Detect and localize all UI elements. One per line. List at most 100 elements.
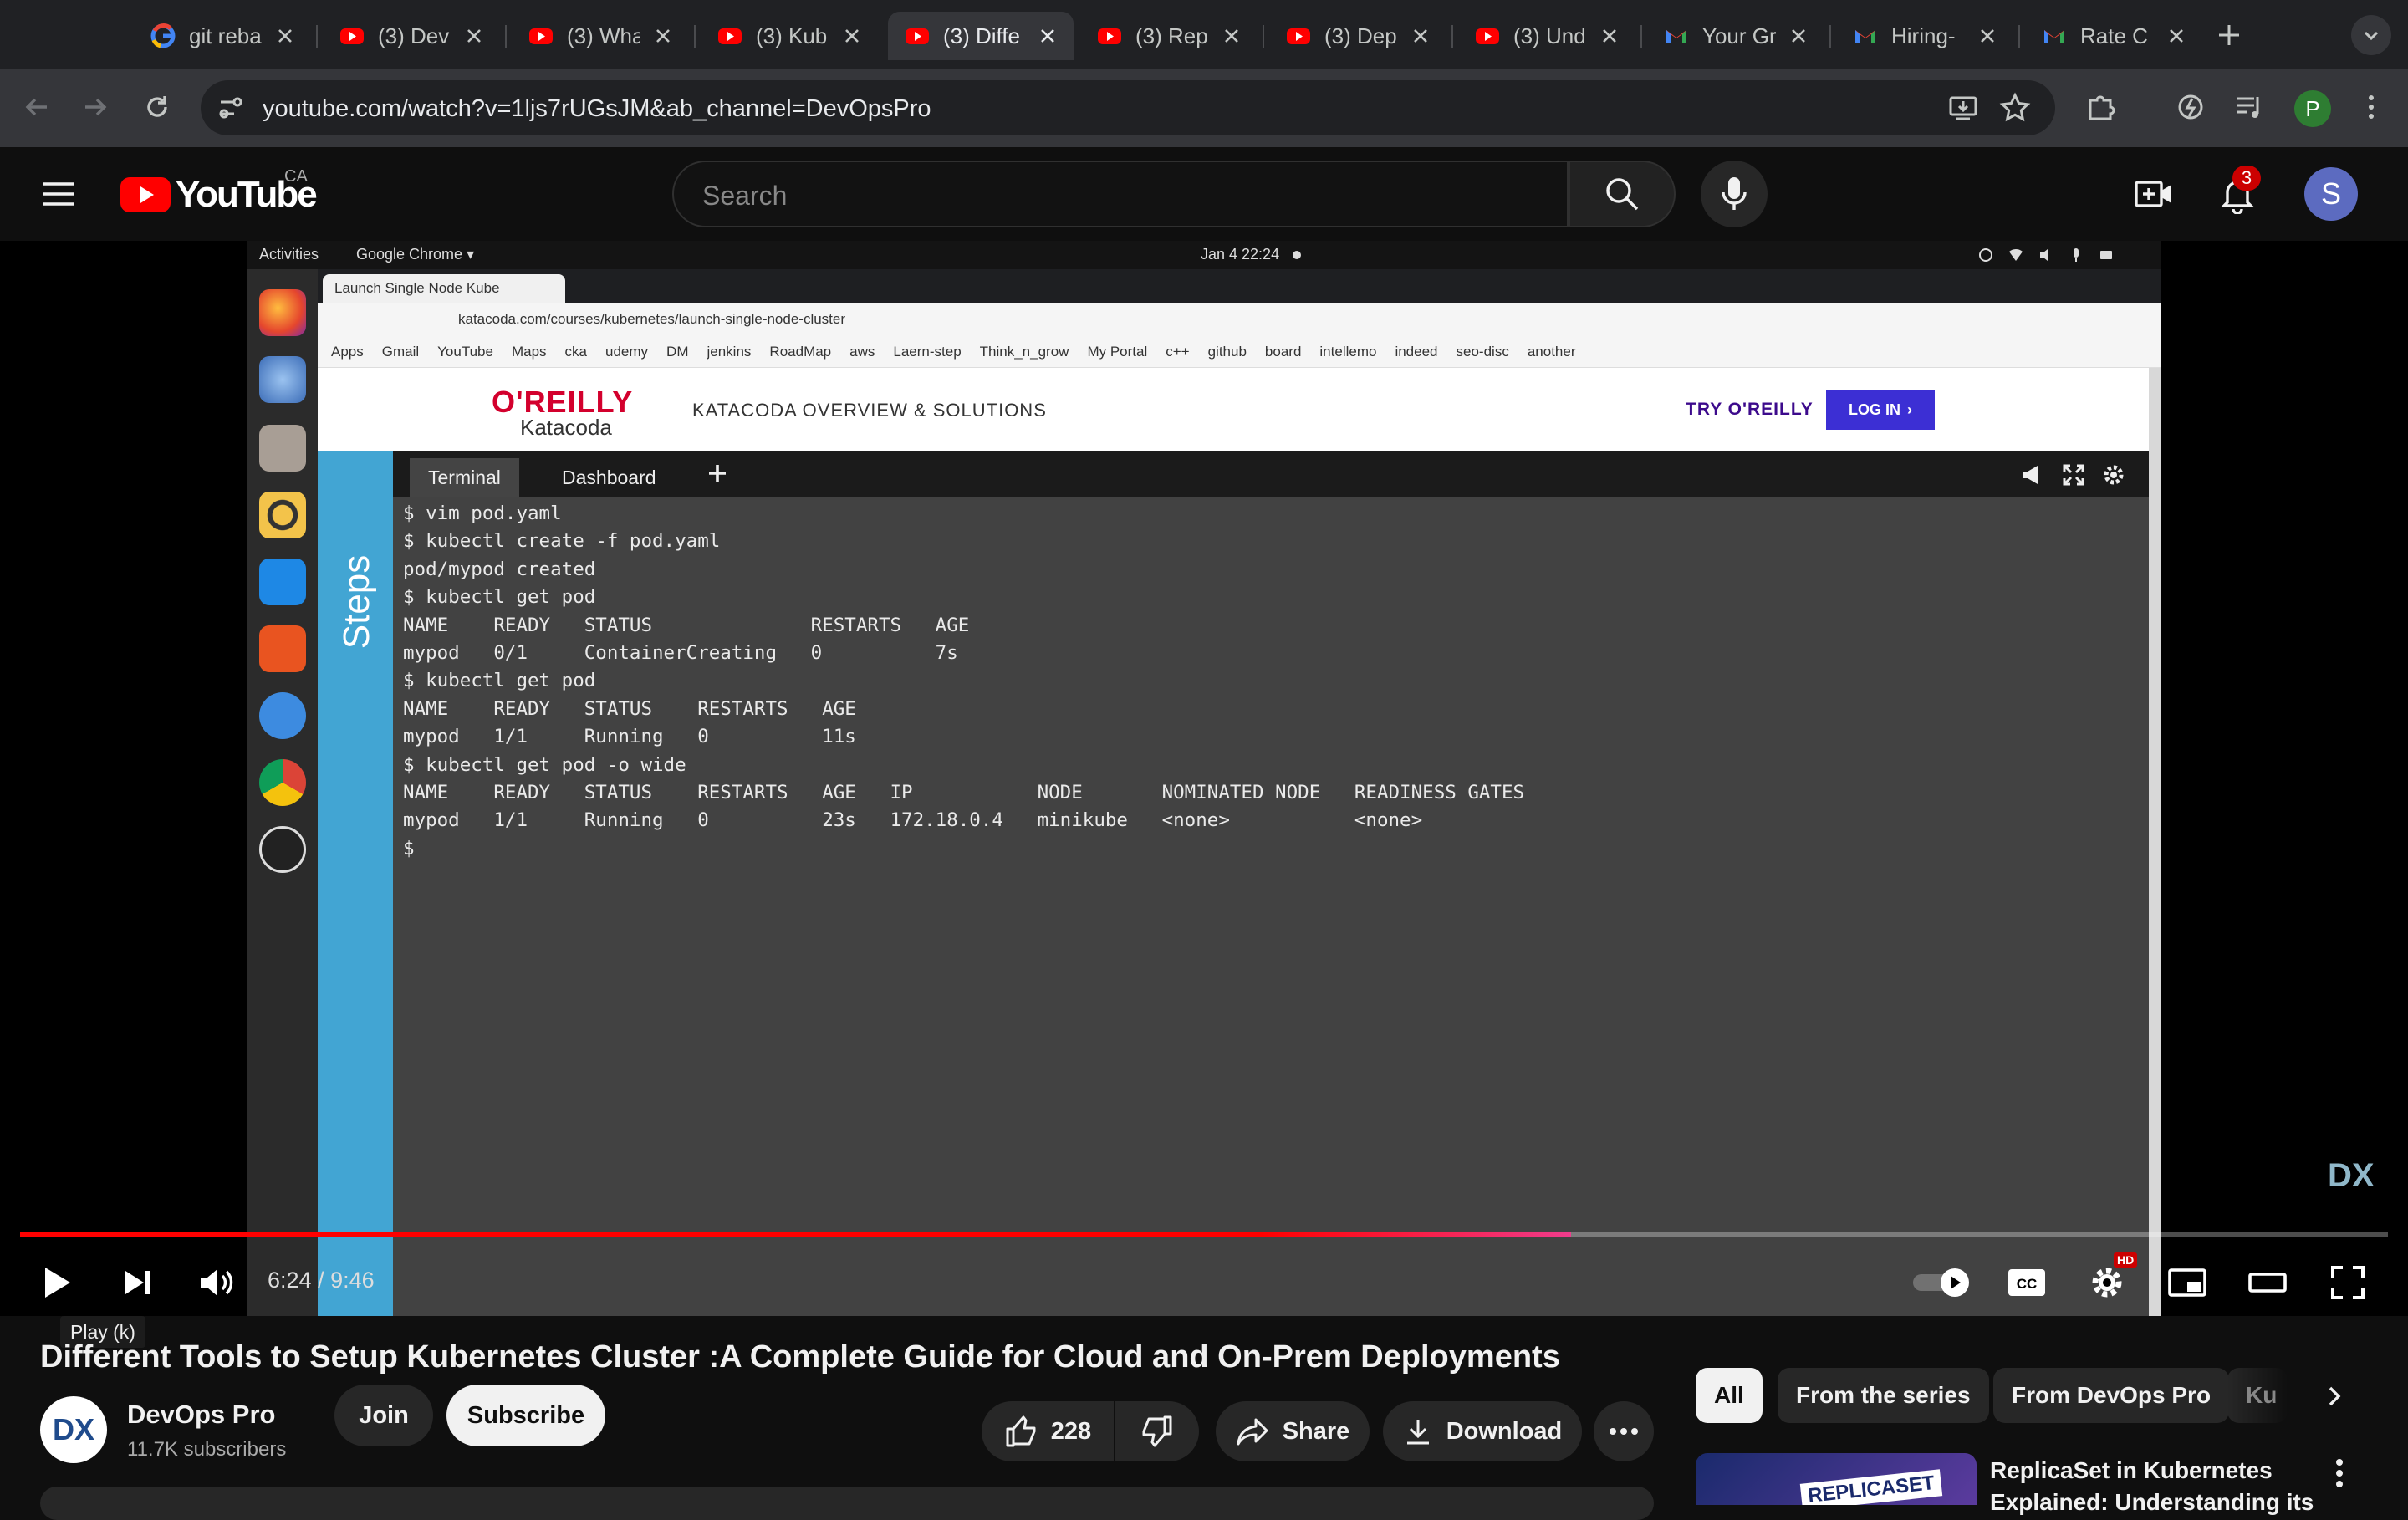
volume-icon — [197, 1266, 234, 1299]
fullscreen-button[interactable] — [2324, 1259, 2371, 1306]
subscribe-button[interactable]: Subscribe — [446, 1385, 605, 1446]
activities-label: Activities — [259, 246, 319, 263]
browser-tab[interactable]: Rate C — [2025, 12, 2202, 60]
forward-arrow-icon[interactable] — [79, 90, 112, 124]
install-app-icon[interactable] — [1946, 91, 1980, 125]
join-button[interactable]: Join — [334, 1385, 433, 1446]
create-video-icon[interactable] — [2134, 174, 2174, 214]
tab-separator — [1451, 25, 1453, 48]
address-bar[interactable]: youtube.com/watch?v=1ljs7rUGsJM&ab_chann… — [201, 80, 2055, 135]
terminal-line: $ kubectl get pod -o wide — [403, 753, 686, 776]
chip-from-the-series[interactable]: From the series — [1778, 1368, 1989, 1423]
performance-icon[interactable] — [2174, 90, 2207, 124]
channel-avatar[interactable]: DX — [40, 1396, 107, 1463]
voice-search-button[interactable] — [1701, 161, 1768, 227]
chip-from-devops-pro[interactable]: From DevOps Pro — [1993, 1368, 2230, 1423]
mute-button[interactable] — [192, 1259, 239, 1306]
close-icon[interactable] — [465, 27, 483, 45]
browser-profile-avatar[interactable]: P — [2294, 90, 2331, 127]
bookmark-label: DM — [666, 343, 689, 360]
close-icon[interactable] — [1222, 27, 1241, 45]
chip-partial[interactable]: Ku — [2227, 1368, 2288, 1423]
chrome-menu-icon[interactable] — [2354, 90, 2388, 124]
download-button[interactable]: Download — [1383, 1401, 1582, 1461]
google-icon — [150, 23, 176, 48]
browser-tab[interactable]: (3) Dev — [323, 12, 500, 60]
tab-search-chevron-icon[interactable] — [2351, 15, 2391, 55]
video-player[interactable]: Activities Google Chrome ▾ Jan 4 22:24 L… — [0, 241, 2408, 1316]
more-vertical-icon[interactable] — [2334, 1458, 2344, 1488]
reload-icon[interactable] — [140, 90, 174, 124]
bookmark-label: jenkins — [707, 343, 752, 360]
terminal-line: NAME READY STATUS RESTARTS AGE — [403, 697, 856, 720]
close-icon[interactable] — [2167, 27, 2186, 45]
time-current: 6:24 — [268, 1268, 312, 1293]
subtitles-button[interactable]: CC — [2003, 1259, 2050, 1306]
close-icon[interactable] — [654, 27, 672, 45]
browser-tab[interactable]: (3) Rep — [1080, 12, 1258, 60]
media-controls-icon[interactable] — [2232, 90, 2266, 124]
bookmark-label: Apps — [331, 343, 364, 360]
site-info-icon[interactable] — [214, 91, 247, 125]
browser-tab[interactable]: (3) Und — [1458, 12, 1635, 60]
close-icon[interactable] — [1411, 27, 1430, 45]
progress-bar[interactable] — [20, 1232, 2388, 1237]
chip-all[interactable]: All — [1696, 1368, 1763, 1423]
browser-tab[interactable]: Your Gr — [1647, 12, 1824, 60]
bookmark-label: c++ — [1166, 343, 1190, 360]
account-avatar[interactable]: S — [2304, 167, 2358, 221]
browser-tab-strip: git reba (3) Dev (3) Wha (3) Kub (3) Dif… — [0, 0, 2408, 69]
browser-tab[interactable]: (3) Dep — [1269, 12, 1446, 60]
close-icon[interactable] — [276, 27, 294, 45]
extensions-puzzle-icon[interactable] — [2084, 90, 2117, 124]
like-button[interactable]: 228 — [982, 1401, 1114, 1461]
login-label: LOG IN — [1849, 400, 1900, 418]
chips-next-chevron-icon[interactable] — [2314, 1376, 2354, 1416]
terminal-line: pod/mypod created — [403, 558, 596, 580]
inner-url: katacoda.com/courses/kubernetes/launch-s… — [458, 311, 846, 327]
thumbs-down-icon — [1140, 1415, 1174, 1448]
close-icon[interactable] — [1600, 27, 1619, 45]
new-tab-icon[interactable] — [2212, 18, 2246, 52]
theater-mode-button[interactable] — [2244, 1259, 2291, 1306]
next-button[interactable] — [114, 1259, 161, 1306]
firefox-icon — [259, 289, 306, 336]
autoplay-toggle[interactable] — [1910, 1259, 1973, 1306]
recommended-video-thumbnail[interactable]: REPLICASET — [1696, 1453, 1977, 1505]
back-arrow-icon[interactable] — [20, 90, 54, 124]
close-icon[interactable] — [1978, 27, 1997, 45]
microphone-icon — [1719, 176, 1749, 212]
bookmark-label: Laern-step — [893, 343, 962, 360]
bookmark-star-icon[interactable] — [1998, 91, 2032, 125]
download-icon — [1403, 1416, 1433, 1446]
browser-tab[interactable]: Hiring- — [1836, 12, 2013, 60]
channel-name[interactable]: DevOps Pro — [127, 1400, 275, 1430]
hamburger-menu-icon[interactable] — [40, 176, 77, 212]
browser-tab[interactable]: (3) Wha — [512, 12, 689, 60]
more-actions-button[interactable] — [1594, 1401, 1654, 1461]
close-icon[interactable] — [1789, 27, 1808, 45]
fullscreen-icon — [2329, 1264, 2366, 1301]
bookmark-label: udemy — [605, 343, 649, 360]
recommended-video-title[interactable]: ReplicaSet in Kubernetes Explained: Unde… — [1990, 1455, 2358, 1518]
active-app-label: Google Chrome ▾ — [356, 246, 475, 263]
browser-tab[interactable]: (3) Kub — [701, 12, 878, 60]
search-input[interactable]: Search — [672, 161, 1569, 227]
browser-tab-active[interactable]: (3) Diffe — [888, 12, 1074, 60]
browser-tab[interactable]: git reba — [134, 12, 311, 60]
rhythmbox-icon — [259, 492, 306, 538]
inner-nav-bar: katacoda.com/courses/kubernetes/launch-s… — [318, 303, 2161, 336]
dislike-button[interactable] — [1115, 1401, 1199, 1461]
close-icon[interactable] — [1038, 27, 1057, 45]
notification-count-badge: 3 — [2232, 166, 2261, 191]
miniplayer-button[interactable] — [2164, 1259, 2211, 1306]
fullscreen-icon — [2062, 463, 2085, 487]
close-icon[interactable] — [843, 27, 861, 45]
search-button[interactable] — [1569, 161, 1676, 227]
play-button[interactable] — [33, 1259, 80, 1306]
software-center-icon — [259, 625, 306, 672]
share-button[interactable]: Share — [1216, 1401, 1370, 1461]
description-box[interactable] — [40, 1487, 1654, 1520]
bookmark-label: github — [1207, 343, 1247, 360]
channel-watermark[interactable]: DX — [2328, 1157, 2375, 1195]
